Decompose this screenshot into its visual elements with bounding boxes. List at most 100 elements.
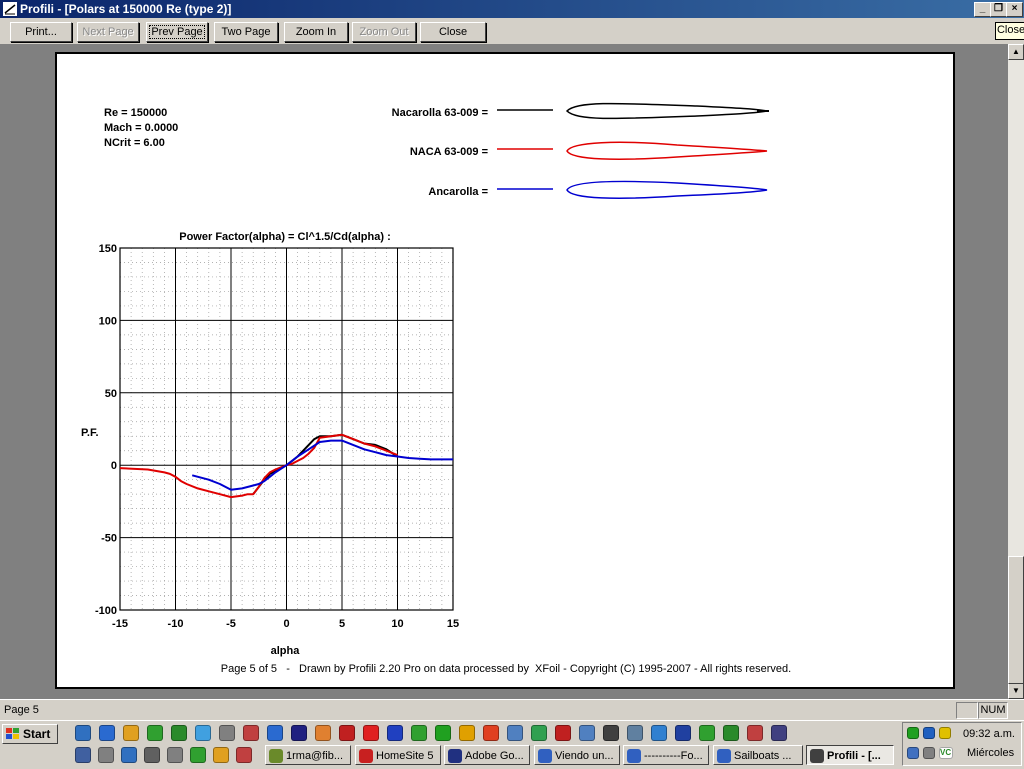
clock-day: Miércoles — [967, 747, 1015, 759]
quick-launch-icon[interactable] — [747, 725, 763, 741]
windows-logo-icon — [6, 728, 19, 739]
quick-launch-icon[interactable] — [411, 725, 427, 741]
quick-launch-icon[interactable] — [723, 725, 739, 741]
quick-launch-icon[interactable] — [387, 725, 403, 741]
quick-launch-icon[interactable] — [75, 747, 91, 763]
close-button[interactable]: Close — [420, 22, 486, 42]
clock[interactable]: 09:32 a.m. — [963, 728, 1015, 740]
quick-launch-icon[interactable] — [121, 747, 137, 763]
quick-launch-icon[interactable] — [339, 725, 355, 741]
title-bar: Profili - [Polars at 150000 Re (type 2)] — [0, 0, 1024, 18]
taskbar-button[interactable]: Sailboats ... — [713, 745, 803, 765]
two-page-button[interactable]: Two Page — [214, 22, 278, 42]
y-tick-label: 50 — [105, 388, 117, 400]
quick-launch-icon[interactable] — [483, 725, 499, 741]
taskbar-button[interactable]: Viendo un... — [534, 745, 620, 765]
prev-page-button[interactable]: Prev Page — [146, 22, 208, 42]
scroll-thumb[interactable] — [1008, 556, 1024, 684]
x-tick-label: 15 — [447, 618, 459, 630]
next-page-button[interactable]: Next Page — [77, 22, 139, 42]
tray-shield-icon[interactable] — [939, 727, 951, 739]
network-icon[interactable] — [907, 727, 919, 739]
restore-icon[interactable]: ❐ — [990, 2, 1007, 17]
quick-launch-icon[interactable] — [627, 725, 643, 741]
quick-launch-icon[interactable] — [267, 725, 283, 741]
minimize-icon[interactable]: _ — [974, 2, 991, 17]
taskbar-button[interactable]: ----------Fo... — [623, 745, 709, 765]
quick-launch-icon[interactable] — [219, 725, 235, 741]
quick-launch-icon[interactable] — [555, 725, 571, 741]
quick-launch-icon[interactable] — [98, 747, 114, 763]
quick-launch-icon[interactable] — [603, 725, 619, 741]
taskbar-button[interactable]: HomeSite 5 — [355, 745, 441, 765]
print-button[interactable]: Print... — [10, 22, 72, 42]
series-line-nacarolla-63-009 — [252, 433, 399, 495]
airfoil-naca-shape — [566, 141, 768, 160]
tray-app-icon[interactable] — [923, 727, 935, 739]
chart-title: Power Factor(alpha) = Cl^1.5/Cd(alpha) : — [179, 231, 391, 243]
close-tooltip: Close — [995, 22, 1024, 40]
quick-launch-icon[interactable] — [507, 725, 523, 741]
quick-launch-icon[interactable] — [195, 725, 211, 741]
x-tick-label: 10 — [391, 618, 403, 630]
zoom-in-button[interactable]: Zoom In — [284, 22, 348, 42]
quick-launch-icon[interactable] — [291, 725, 307, 741]
quick-launch-icon[interactable] — [531, 725, 547, 741]
x-tick-label: -5 — [226, 618, 236, 630]
quick-launch-icon[interactable] — [99, 725, 115, 741]
chart-grid — [119, 247, 454, 611]
quick-launch-icon[interactable] — [171, 725, 187, 741]
quick-launch-icon[interactable] — [699, 725, 715, 741]
scroll-down-icon[interactable]: ▼ — [1008, 683, 1024, 699]
legend-label-naca: NACA 63-009 = — [410, 146, 488, 158]
quick-launch-icon[interactable] — [213, 747, 229, 763]
quick-launch-icon[interactable] — [435, 725, 451, 741]
y-tick-label: 0 — [111, 460, 117, 472]
quick-launch-icon[interactable] — [147, 725, 163, 741]
taskbar-button-label: Adobe Go... — [465, 750, 524, 762]
quick-launch-icon[interactable] — [579, 725, 595, 741]
taskbar-button-label: Profili - [... — [827, 750, 881, 762]
y-tick-label: -100 — [95, 605, 117, 617]
taskbar-button-label: ----------Fo... — [644, 750, 703, 762]
start-button[interactable]: Start — [2, 724, 58, 744]
quick-launch-icon[interactable] — [123, 725, 139, 741]
zoom-out-button[interactable]: Zoom Out — [352, 22, 416, 42]
close-icon[interactable]: × — [1006, 2, 1023, 17]
y-tick-label: 150 — [99, 243, 117, 255]
quick-launch-icon[interactable] — [75, 725, 91, 741]
quick-launch-icon[interactable] — [459, 725, 475, 741]
system-tray: VC 09:32 a.m. Miércoles — [902, 722, 1022, 766]
taskbar-button-label: Sailboats ... — [734, 750, 792, 762]
task-app-icon — [448, 749, 462, 763]
quick-launch-icon[interactable] — [315, 725, 331, 741]
quick-launch-icon[interactable] — [236, 747, 252, 763]
scroll-up-icon[interactable]: ▲ — [1008, 44, 1024, 60]
task-app-icon — [717, 749, 731, 763]
status-bar: Page 5 NUM — [0, 699, 1024, 721]
quick-launch-icon[interactable] — [771, 725, 787, 741]
tray-settings-icon[interactable] — [923, 747, 935, 759]
tray-sync-icon[interactable] — [907, 747, 919, 759]
task-app-icon — [269, 749, 283, 763]
quick-launch-icon[interactable] — [167, 747, 183, 763]
quick-launch-icon[interactable] — [363, 725, 379, 741]
taskbar-button[interactable]: 1rma@fib... — [265, 745, 351, 765]
y-tick-label: -50 — [101, 533, 117, 545]
legend: Nacarolla 63-009 = NACA 63-009 = Ancarol… — [392, 102, 769, 199]
page-footer: Page 5 of 5 - Drawn by Profili 2.20 Pro … — [221, 663, 791, 675]
page-canvas: Re = 150000 Mach = 0.0000 NCrit = 6.00 N… — [81, 102, 791, 675]
toolbar: Print... Next Page Prev Page Two Page Zo… — [0, 18, 1024, 44]
taskbar-button[interactable]: Adobe Go... — [444, 745, 530, 765]
profili-app-icon[interactable] — [3, 2, 17, 16]
task-app-icon — [627, 749, 641, 763]
quick-launch-icon[interactable] — [675, 725, 691, 741]
quick-launch-icon[interactable] — [144, 747, 160, 763]
quick-launch-icon[interactable] — [190, 747, 206, 763]
airfoil-nacarolla-shape — [565, 102, 768, 120]
param-re: Re = 150000 — [104, 107, 167, 119]
quick-launch-icon[interactable] — [243, 725, 259, 741]
quick-launch-icon[interactable] — [651, 725, 667, 741]
taskbar-button[interactable]: Profili - [... — [806, 745, 894, 765]
tray-vc-icon[interactable]: VC — [939, 747, 953, 759]
